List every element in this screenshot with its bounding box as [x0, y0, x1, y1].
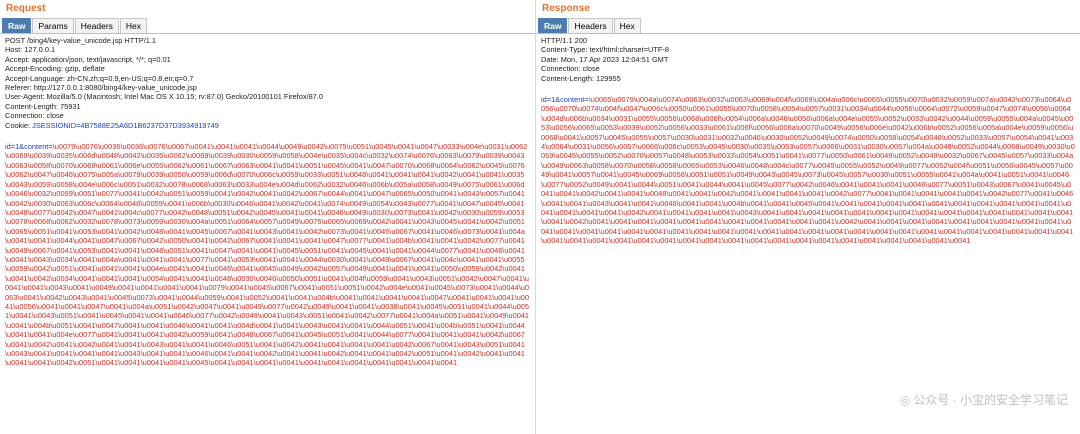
request-tabs: Raw Params Headers Hex — [0, 17, 535, 34]
request-title: Request — [0, 0, 535, 17]
response-tab-headers[interactable]: Headers — [568, 18, 613, 33]
response-editor[interactable]: HTTP/1.1 200 Content-Type: text/html;cha… — [536, 34, 1080, 246]
response-tabs: Raw Headers Hex — [536, 17, 1080, 34]
request-pane-footer — [0, 430, 535, 434]
wechat-icon: ◎ — [899, 393, 911, 407]
request-tab-params[interactable]: Params — [32, 18, 74, 33]
header-content-length: Content-Length: 75931 — [5, 101, 81, 111]
response-pane-footer — [536, 430, 1080, 434]
header-connection: Connection: close — [5, 111, 64, 121]
status-line: HTTP/1.1 200 — [541, 36, 588, 45]
cookie-value: JSESSIONID=4B7588E25A6D1B6237D37D3934919… — [32, 120, 219, 130]
watermark-text: 公众号 · 小宝的安全学习笔记 — [913, 393, 1068, 407]
response-title: Response — [536, 0, 1080, 17]
request-tab-headers[interactable]: Headers — [74, 18, 119, 33]
request-tab-hex[interactable]: Hex — [119, 18, 148, 33]
header-host: Host: 127.0.0.1 — [5, 45, 56, 55]
request-tab-raw[interactable]: Raw — [2, 18, 32, 33]
header-connection: Connection: close — [541, 64, 600, 74]
header-user-agent: User-Agent: Mozilla/5.0 (Macintosh; Inte… — [5, 92, 323, 102]
header-accept: Accept: application/json, text/javascrip… — [5, 54, 171, 64]
response-body-key: id=1&content= — [541, 95, 589, 105]
header-content-type: Content-Type: text/html;charset=UTF-8 — [541, 45, 669, 55]
header-accept-encoding: Accept-Encoding: gzip, deflate — [5, 64, 105, 74]
response-body: id=1&content=\u0065\u0079\u004a\u0074\u0… — [541, 95, 1075, 246]
response-pane: Response Raw Headers Hex HTTP/1.1 200 Co… — [536, 0, 1080, 434]
response-tab-raw[interactable]: Raw — [538, 18, 568, 33]
response-tab-hex[interactable]: Hex — [613, 18, 641, 33]
header-referer: Referer: http://127.0.0.1:8080/bing4/key… — [5, 83, 197, 93]
request-editor[interactable]: POST /bing4/key-value_unicode.jsp HTTP/1… — [0, 34, 535, 368]
request-line: POST /bing4/key-value_unicode.jsp HTTP/1… — [5, 36, 157, 45]
header-content-length: Content-Length: 129955 — [541, 73, 621, 83]
wechat-watermark: ◎ 公众号 · 小宝的安全学习笔记 — [900, 391, 1068, 408]
cookie-name: Cookie: — [5, 120, 33, 130]
request-body: id=1&content=\u0079\u0076\u0036\u0036\u0… — [5, 142, 530, 368]
request-pane: Request Raw Params Headers Hex POST /bin… — [0, 0, 535, 434]
request-body-key: id=1&content= — [5, 142, 53, 152]
header-cookie: Cookie: JSESSIONID=4B7588E25A6D1B6237D37… — [5, 121, 530, 130]
header-accept-language: Accept-Language: zh-CN,zh;q=0.9,en-US;q=… — [5, 73, 194, 83]
response-body-value: \u0065\u0079\u004a\u0074\u0063\u0032\u00… — [541, 95, 1075, 246]
header-date: Date: Mon, 17 Apr 2023 12:04:51 GMT — [541, 54, 669, 64]
request-body-value: \u0079\u0076\u0036\u0036\u0076\u0067\u00… — [5, 142, 530, 368]
